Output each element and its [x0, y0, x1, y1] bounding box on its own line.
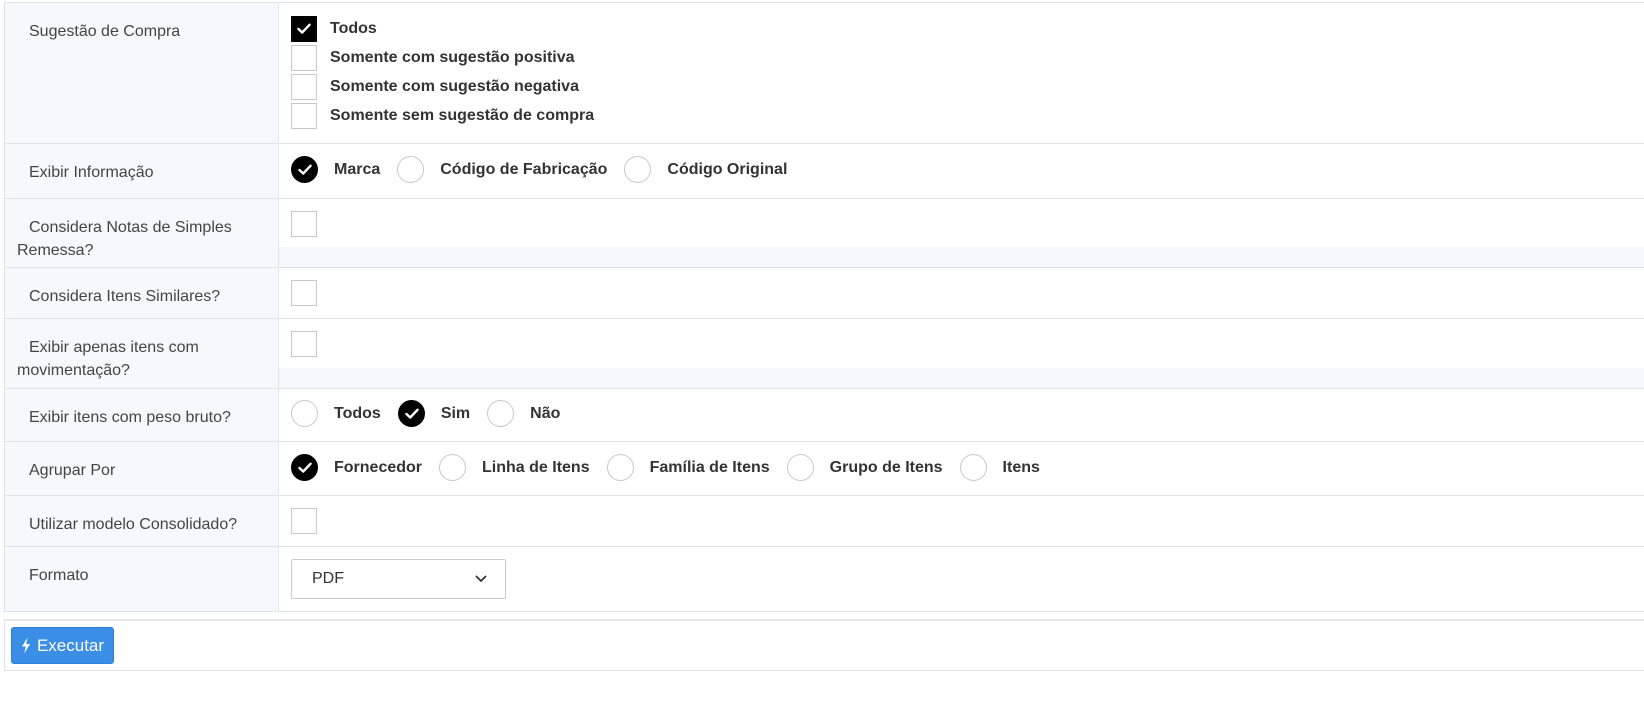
option-label: Fornecedor [334, 458, 423, 476]
row-label: Exibir apenas itens com movimentação? [5, 319, 279, 388]
formato-select[interactable]: PDF [291, 559, 506, 599]
apenas-movimentacao-label-line2: movimentação? [17, 362, 130, 379]
apenas-movimentacao-label-line1: Exibir apenas itens com [29, 339, 199, 356]
row-itens-similares: Considera Itens Similares? [5, 268, 1644, 319]
row-notas-simples-remessa: Considera Notas de Simples Remessa? [5, 199, 1644, 268]
row-label: Formato [5, 547, 279, 611]
agrupar-por-label: Agrupar Por [29, 462, 116, 479]
option-label: Linha de Itens [482, 458, 590, 476]
radio-button[interactable] [291, 454, 318, 481]
check-icon [405, 408, 419, 419]
option-label: Somente com sugestão positiva [330, 48, 575, 66]
radio-familia-itens[interactable]: Família de Itens [606, 454, 770, 481]
checkbox-modelo-consolidado[interactable] [291, 508, 317, 534]
option-label: Marca [334, 160, 381, 178]
row-peso-bruto: Exibir itens com peso bruto? Todos Sim N… [5, 389, 1644, 442]
radio-button[interactable] [786, 454, 814, 481]
option-label: Somente com sugestão negativa [330, 77, 579, 95]
radio-marca[interactable]: Marca [291, 156, 380, 183]
exibir-informacao-label: Exibir Informação [29, 164, 154, 181]
row-label: Exibir Informação [5, 144, 279, 198]
check-icon [297, 23, 311, 34]
checkbox-todos[interactable] [291, 15, 317, 42]
radio-button[interactable] [291, 156, 318, 183]
option-todos[interactable]: Todos [291, 14, 594, 43]
radio-itens[interactable]: Itens [959, 454, 1040, 481]
option-label: Todos [334, 404, 381, 422]
checkbox-sugestao-positiva[interactable] [291, 44, 317, 71]
formato-selected-value: PDF [312, 570, 344, 587]
execute-button[interactable]: Executar [11, 627, 114, 664]
radio-fornecedor[interactable]: Fornecedor [291, 454, 422, 481]
radio-codigo-fabricacao[interactable]: Código de Fabricação [397, 156, 607, 183]
radio-button[interactable] [959, 454, 987, 481]
row-agrupar-por: Agrupar Por Fornecedor Linha de Itens Fa… [5, 442, 1644, 496]
execute-button-label: Executar [36, 635, 105, 655]
radio-peso-sim[interactable]: Sim [397, 400, 471, 427]
option-label: Grupo de Itens [829, 458, 943, 476]
notas-simples-label-line1: Considera Notas de Simples [29, 219, 232, 236]
radio-button[interactable] [606, 454, 634, 481]
row-label: Exibir itens com peso bruto? [5, 389, 279, 441]
itens-similares-label: Considera Itens Similares? [29, 288, 221, 305]
row-label: Utilizar modelo Consolidado? [5, 496, 279, 546]
row-exibir-informacao: Exibir Informação Marca Código de Fabric… [5, 144, 1644, 199]
row-label: Sugestão de Compra [5, 3, 279, 143]
radio-button[interactable] [439, 454, 467, 481]
option-label: Não [530, 404, 561, 422]
peso-bruto-label: Exibir itens com peso bruto? [29, 409, 231, 426]
sugestao-compra-label: Sugestão de Compra [29, 23, 181, 40]
agrupar-por-radios: Fornecedor Linha de Itens Família de Ite… [291, 454, 1040, 481]
chevron-down-icon [475, 575, 487, 582]
row-label: Agrupar Por [5, 442, 279, 495]
radio-peso-todos[interactable]: Todos [291, 400, 381, 427]
exibir-informacao-radios: Marca Código de Fabricação Código Origin… [291, 156, 787, 183]
radio-button[interactable] [487, 400, 515, 427]
option-label: Família de Itens [649, 458, 770, 476]
radio-button[interactable] [291, 400, 318, 427]
sugestao-compra-options: Todos Somente com sugestão positiva Some… [279, 3, 1644, 143]
row-band [279, 368, 1644, 388]
option-label: Código Original [667, 160, 788, 178]
checkbox-itens-similares[interactable] [291, 280, 317, 306]
checkbox-sugestao-negativa[interactable] [291, 73, 317, 100]
option-sem-sugestao[interactable]: Somente sem sugestão de compra [291, 101, 594, 130]
option-label: Sim [440, 404, 471, 422]
row-band [279, 247, 1644, 267]
action-bar: Executar [4, 619, 1644, 671]
bolt-icon [21, 637, 30, 654]
option-sugestao-positiva[interactable]: Somente com sugestão positiva [291, 43, 594, 72]
radio-linha-itens[interactable]: Linha de Itens [439, 454, 590, 481]
check-icon [298, 462, 312, 473]
row-formato: Formato PDF [5, 547, 1644, 612]
radio-peso-nao[interactable]: Não [487, 400, 560, 427]
notas-simples-label-line2: Remessa? [17, 242, 94, 259]
row-modelo-consolidado: Utilizar modelo Consolidado? [5, 496, 1644, 547]
check-icon [298, 164, 312, 175]
modelo-consolidado-label: Utilizar modelo Consolidado? [29, 516, 238, 533]
row-label: Considera Itens Similares? [5, 268, 279, 318]
option-label: Todos [330, 19, 377, 37]
radio-codigo-original[interactable]: Código Original [624, 156, 787, 183]
peso-bruto-radios: Todos Sim Não [291, 400, 560, 427]
row-label: Considera Notas de Simples Remessa? [5, 199, 279, 267]
radio-grupo-itens[interactable]: Grupo de Itens [786, 454, 943, 481]
row-sugestao-compra: Sugestão de Compra Todos Somente com sug… [5, 3, 1644, 144]
option-sugestao-negativa[interactable]: Somente com sugestão negativa [291, 72, 594, 101]
radio-button[interactable] [397, 156, 425, 183]
radio-button[interactable] [624, 156, 652, 183]
checkbox-notas-simples-remessa[interactable] [291, 211, 317, 237]
option-label: Código de Fabricação [440, 160, 608, 178]
option-label: Somente sem sugestão de compra [330, 106, 595, 124]
report-filter-form: Sugestão de Compra Todos Somente com sug… [4, 2, 1644, 612]
checkbox-apenas-movimentacao[interactable] [291, 331, 317, 357]
radio-button[interactable] [397, 400, 425, 427]
option-label: Itens [1002, 458, 1040, 476]
formato-label: Formato [29, 567, 89, 584]
checkbox-sem-sugestao[interactable] [291, 102, 317, 129]
row-apenas-movimentacao: Exibir apenas itens com movimentação? [5, 319, 1644, 389]
